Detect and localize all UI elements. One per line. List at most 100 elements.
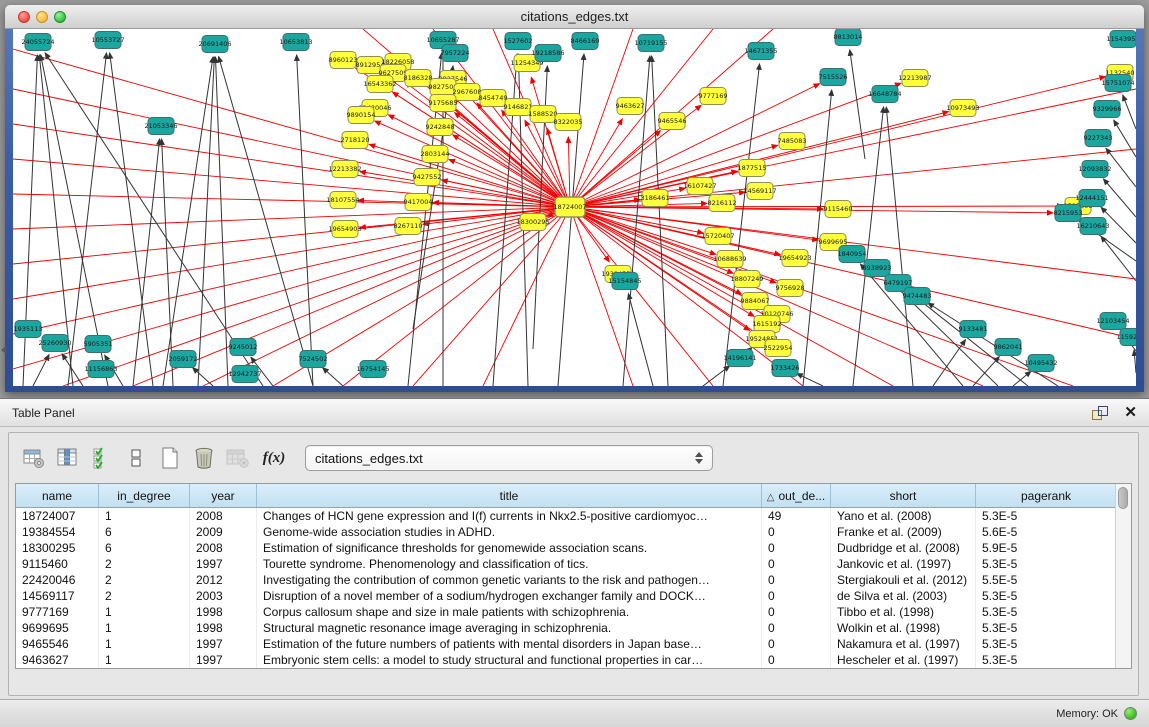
svg-text:15751074: 15751074 <box>1101 79 1134 87</box>
svg-text:19218586: 19218586 <box>531 49 564 57</box>
table-options-icon[interactable] <box>19 443 49 473</box>
table-row[interactable]: 911546021997Tourette syndrome. Phenomeno… <box>16 556 1117 572</box>
svg-text:16754145: 16754145 <box>356 365 389 373</box>
zoom-window-icon[interactable] <box>54 11 66 23</box>
svg-text:9777169: 9777169 <box>699 92 728 100</box>
column-header-year[interactable]: year <box>190 484 257 508</box>
network-canvas[interactable]: 1872400789601238912954182260589627509818… <box>13 29 1136 386</box>
memory-status-label: Memory: OK <box>1056 708 1118 720</box>
svg-text:1877515: 1877515 <box>738 164 767 172</box>
function-builder-icon[interactable]: f(x) <box>257 443 291 473</box>
close-panel-icon[interactable]: ✕ <box>1124 406 1137 420</box>
table-row[interactable]: 1872400712008Changes of HCN gene express… <box>16 508 1117 525</box>
svg-text:7957224: 7957224 <box>441 49 470 57</box>
svg-text:2803144: 2803144 <box>421 150 450 158</box>
table-row[interactable]: 1456911722003Disruption of a novel membe… <box>16 588 1117 604</box>
svg-text:24055724: 24055724 <box>21 38 54 46</box>
minimize-window-icon[interactable] <box>36 11 48 23</box>
node-table[interactable]: namein_degreeyeartitle△out_de...shortpag… <box>15 483 1132 669</box>
svg-text:21053346: 21053346 <box>144 122 177 130</box>
svg-text:8454749: 8454749 <box>479 94 508 102</box>
splitter-collapse-arrow-icon[interactable] <box>1 346 6 354</box>
select-rows-icon[interactable] <box>87 443 117 473</box>
svg-text:12942737: 12942737 <box>228 370 261 378</box>
svg-text:9242848: 9242848 <box>426 123 455 131</box>
svg-text:16648784: 16648784 <box>868 90 901 98</box>
column-header-in_degree[interactable]: in_degree <box>99 484 190 508</box>
svg-text:2967608: 2967608 <box>453 88 482 96</box>
column-header-name[interactable]: name <box>16 484 99 508</box>
table-vertical-scrollbar[interactable] <box>1115 484 1131 668</box>
table-panel-titlebar[interactable]: Table Panel ✕ <box>0 399 1149 427</box>
sort-ascending-icon: △ <box>767 492 775 503</box>
svg-text:8960123: 8960123 <box>329 56 358 64</box>
window-titlebar[interactable]: citations_edges.txt <box>5 5 1144 29</box>
table-select-dropdown[interactable]: citations_edges.txt <box>305 445 713 471</box>
svg-text:9329966: 9329966 <box>1093 105 1122 113</box>
svg-text:10973493: 10973493 <box>946 104 979 112</box>
column-header-pagerank[interactable]: pagerank <box>976 484 1117 508</box>
citation-network-graph[interactable]: 1872400789601238912954182260589627509818… <box>13 29 1136 386</box>
svg-text:9884067: 9884067 <box>741 297 770 305</box>
svg-text:16107427: 16107427 <box>683 182 716 190</box>
svg-text:7524502: 7524502 <box>299 355 328 363</box>
table-row[interactable]: 2242004622012Investigating the contribut… <box>16 572 1117 588</box>
svg-text:9417004: 9417004 <box>404 198 433 206</box>
svg-text:2718120: 2718120 <box>341 136 370 144</box>
svg-text:16543362: 16543362 <box>363 80 396 88</box>
svg-text:11543958: 11543958 <box>1106 35 1136 43</box>
table-panel: Table Panel ✕ <box>0 398 1149 727</box>
column-header-out_de[interactable]: △out_de... <box>762 484 831 508</box>
svg-text:12444151: 12444151 <box>1075 194 1108 202</box>
svg-text:14196141: 14196141 <box>723 354 756 362</box>
svg-text:7515526: 7515526 <box>819 73 848 81</box>
svg-text:8813014: 8813014 <box>834 33 863 41</box>
svg-text:19654903: 19654903 <box>328 225 361 233</box>
svg-text:8215953: 8215953 <box>1054 209 1083 217</box>
svg-text:9699695: 9699695 <box>819 238 848 246</box>
delete-table-icon <box>223 443 253 473</box>
table-select-value: citations_edges.txt <box>315 451 695 466</box>
table-row[interactable]: 946554611997Estimation of the future num… <box>16 636 1117 652</box>
svg-text:9175685: 9175685 <box>429 99 458 107</box>
svg-text:18300295: 18300295 <box>516 218 549 226</box>
svg-text:1840954: 1840954 <box>838 250 867 258</box>
column-header-title[interactable]: title <box>257 484 762 508</box>
svg-text:9465546: 9465546 <box>658 117 687 125</box>
close-window-icon[interactable] <box>18 11 30 23</box>
svg-text:9227343: 9227343 <box>1084 134 1113 142</box>
show-columns-icon[interactable] <box>53 443 83 473</box>
float-panel-icon[interactable] <box>1092 406 1108 420</box>
delete-entries-icon[interactable] <box>189 443 219 473</box>
scrollbar-thumb[interactable] <box>1118 487 1128 509</box>
column-header-short[interactable]: short <box>831 484 976 508</box>
table-header-row[interactable]: namein_degreeyeartitle△out_de...shortpag… <box>16 484 1117 508</box>
svg-text:14569117: 14569117 <box>743 187 776 195</box>
svg-text:10495432: 10495432 <box>1024 359 1057 367</box>
svg-text:1615192: 1615192 <box>753 320 782 328</box>
table-row[interactable]: 977716911998Corpus callosum shape and si… <box>16 604 1117 620</box>
svg-text:14671355: 14671355 <box>744 47 777 55</box>
memory-ok-icon[interactable] <box>1124 707 1137 720</box>
svg-text:9245012: 9245012 <box>229 343 258 351</box>
svg-text:8186328: 8186328 <box>404 74 433 82</box>
table-row[interactable]: 1938455462009Genome-wide association stu… <box>16 524 1117 540</box>
svg-text:10719155: 10719155 <box>634 39 667 47</box>
svg-text:9756928: 9756928 <box>776 284 805 292</box>
table-row[interactable]: 1830029562008Estimation of significance … <box>16 540 1117 556</box>
create-table-icon[interactable] <box>155 443 185 473</box>
svg-text:9474483: 9474483 <box>903 292 932 300</box>
svg-text:9427552: 9427552 <box>413 173 442 181</box>
table-row[interactable]: 969969511998Structural magnetic resonanc… <box>16 620 1117 636</box>
svg-text:10653813: 10653813 <box>279 38 312 46</box>
svg-text:8216112: 8216112 <box>708 199 737 207</box>
svg-text:3186461: 3186461 <box>641 194 670 202</box>
svg-text:11156863: 11156863 <box>84 365 117 373</box>
svg-text:11592316: 11592316 <box>1116 333 1136 341</box>
row-height-icon[interactable] <box>121 443 151 473</box>
svg-text:6479197: 6479197 <box>884 279 913 287</box>
svg-text:18107554: 18107554 <box>326 196 359 204</box>
table-row[interactable]: 946362711997Embryonic stem cells: a mode… <box>16 652 1117 668</box>
svg-text:12093832: 12093832 <box>1078 165 1111 173</box>
svg-text:1733426: 1733426 <box>771 364 800 372</box>
